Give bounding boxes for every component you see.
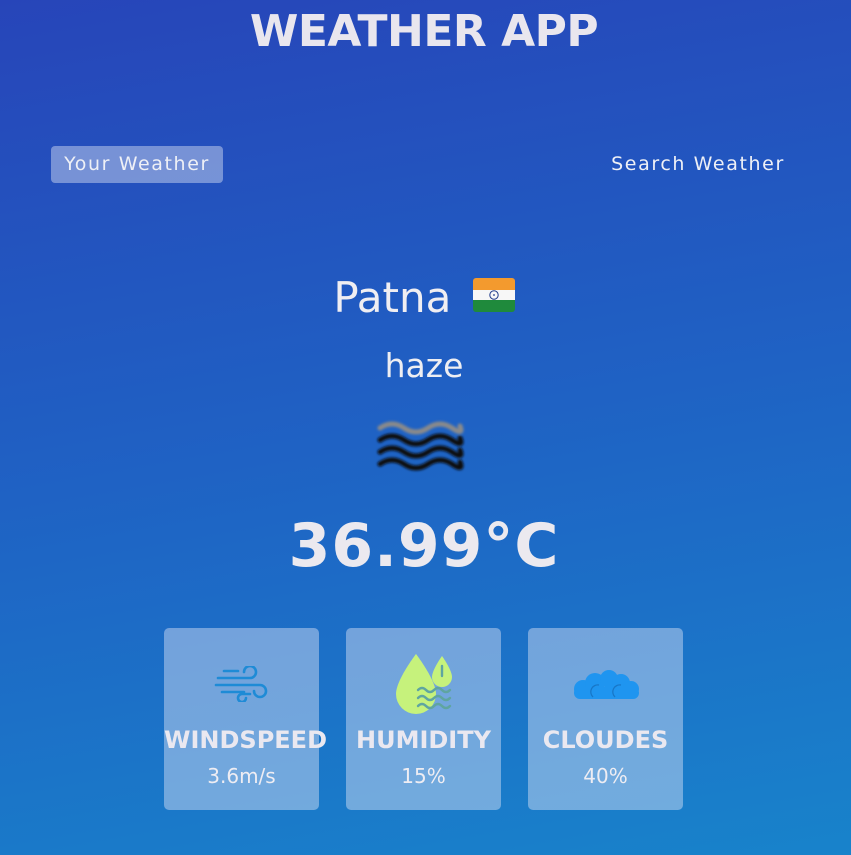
windspeed-label: WINDSPEED [164,726,327,754]
cloud-icon [528,650,683,718]
city-row: Patna [0,270,848,329]
clouds-label: CLOUDES [542,726,669,754]
haze-icon [374,418,466,476]
humidity-card: HUMIDITY 15% [346,628,501,810]
windspeed-card: WINDSPEED 3.6m/s [164,628,327,810]
wind-icon [164,650,319,718]
clouds-value: 40% [583,764,628,788]
humidity-icon [346,650,501,718]
humidity-label: HUMIDITY [356,726,491,754]
temperature: 36.99°C [288,511,560,581]
weather-condition: haze [384,346,464,385]
clouds-card: CLOUDES 40% [528,628,683,810]
tab-search-weather[interactable]: Search Weather [603,146,793,183]
app-title: WEATHER APP [249,6,599,57]
city-name: Patna [333,273,452,322]
india-flag-icon [472,270,515,326]
humidity-value: 15% [401,764,446,788]
tab-your-weather[interactable]: Your Weather [51,146,223,183]
windspeed-value: 3.6m/s [207,764,276,788]
